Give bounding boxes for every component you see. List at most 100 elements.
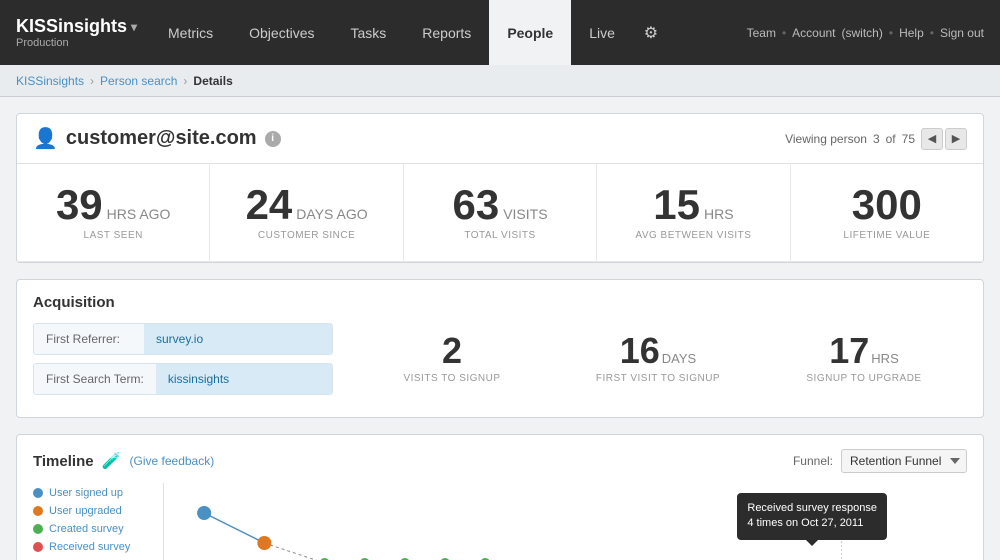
breadcrumb-middle[interactable]: Person search	[100, 74, 177, 88]
first-search-term-value: kissinsights	[156, 364, 332, 394]
acquisition-stats: 2 VISITS TO SIGNUP 16DAYS FIRST VISIT TO…	[349, 323, 967, 403]
person-header: 👤 customer@site.com i Viewing person 3 o…	[17, 114, 983, 164]
person-icon: 👤	[33, 126, 58, 151]
info-icon[interactable]: i	[265, 131, 281, 147]
stat-total-visits-number: 63	[452, 181, 499, 228]
stat-last-seen-label: LAST SEEN	[33, 230, 193, 241]
stat-total-visits: 63VISITS TOTAL VISITS	[404, 164, 597, 261]
viewing-person-row: Viewing person 3 of 75 ◀ ▶	[785, 128, 967, 150]
nav-live[interactable]: Live	[571, 0, 633, 65]
prev-person-button[interactable]: ◀	[921, 128, 943, 150]
stat-avg-between-unit: HRS	[704, 206, 734, 222]
legend-label-created-survey[interactable]: Created survey	[49, 523, 124, 535]
person-nav-arrows: ◀ ▶	[921, 128, 967, 150]
stat-lifetime-value-number: 300	[852, 181, 922, 228]
nav-right: Team • Account (switch) • Help • Sign ou…	[731, 0, 1000, 65]
acquisition-section: Acquisition First Referrer: survey.io Fi…	[16, 279, 984, 418]
acquisition-grid: First Referrer: survey.io First Search T…	[33, 323, 967, 403]
next-person-button[interactable]: ▶	[945, 128, 967, 150]
timeline-title: Timeline	[33, 453, 94, 470]
nav-people[interactable]: People	[489, 0, 571, 65]
legend-label-upgraded[interactable]: User upgraded	[49, 505, 122, 517]
acquisition-fields: First Referrer: survey.io First Search T…	[33, 323, 333, 403]
acq-stat-signup-upgrade: 17HRS SIGNUP TO UPGRADE	[761, 323, 967, 403]
timeline-legend: User signed up User upgraded Created sur…	[33, 483, 163, 560]
stat-lifetime-value-label: LIFETIME VALUE	[807, 230, 967, 241]
nav-account-link[interactable]: Account	[792, 26, 835, 40]
breadcrumb-current: Details	[193, 74, 232, 88]
timeline-chart: User signed up User upgraded Created sur…	[33, 483, 967, 560]
dot-upgraded[interactable]	[257, 536, 271, 550]
legend-label-signed-up[interactable]: User signed up	[49, 487, 123, 499]
timeline-section: Timeline 🧪 (Give feedback) Funnel: Reten…	[16, 434, 984, 560]
timeline-title-row: Timeline 🧪 (Give feedback)	[33, 451, 214, 471]
legend-dot-upgraded	[33, 506, 43, 516]
brand-subtitle: Production	[16, 37, 138, 49]
tooltip-title: Received survey response	[747, 501, 877, 516]
funnel-dropdown[interactable]: Retention Funnel	[841, 449, 967, 473]
stat-avg-between: 15HRS AVG BETWEEN VISITS	[597, 164, 790, 261]
top-navigation: KISSinsights ▾ Production Metrics Object…	[0, 0, 1000, 65]
first-search-term-row: First Search Term: kissinsights	[33, 363, 333, 395]
acq-stat-visits-signup-num: 2	[442, 330, 462, 371]
stat-customer-since-label: CUSTOMER SINCE	[226, 230, 386, 241]
first-referrer-row: First Referrer: survey.io	[33, 323, 333, 355]
acq-stat-visits-signup: 2 VISITS TO SIGNUP	[349, 323, 555, 403]
legend-label-received-survey[interactable]: Received survey	[49, 541, 130, 553]
brand-name-text: KISSinsights	[16, 16, 127, 37]
nav-switch-link[interactable]: (switch)	[842, 26, 883, 40]
nav-signout-link[interactable]: Sign out	[940, 26, 984, 40]
acq-stat-signup-upgrade-label: SIGNUP TO UPGRADE	[769, 373, 959, 384]
flask-icon: 🧪	[102, 451, 122, 471]
breadcrumb-home[interactable]: KISSinsights	[16, 74, 84, 88]
main-content: 👤 customer@site.com i Viewing person 3 o…	[0, 97, 1000, 560]
stat-last-seen-unit: HRS AGO	[107, 206, 171, 222]
acq-stat-signup-upgrade-unit: HRS	[871, 351, 898, 366]
funnel-label: Funnel:	[793, 454, 833, 468]
nav-team-link[interactable]: Team	[747, 26, 776, 40]
nav-reports[interactable]: Reports	[404, 0, 489, 65]
dot-signed-up[interactable]	[197, 506, 211, 520]
acq-stat-first-visit-label: FIRST VISIT TO SIGNUP	[563, 373, 753, 384]
nav-help-link[interactable]: Help	[899, 26, 924, 40]
stat-last-seen-number: 39	[56, 181, 103, 228]
acq-stat-first-visit: 16DAYS FIRST VISIT TO SIGNUP	[555, 323, 761, 403]
nav-items: Metrics Objectives Tasks Reports People …	[150, 0, 731, 65]
first-referrer-label: First Referrer:	[34, 324, 144, 354]
acquisition-title: Acquisition	[33, 294, 967, 311]
acq-stat-signup-upgrade-num: 17	[829, 330, 869, 371]
chart-area: Received survey response 4 times on Oct …	[163, 483, 967, 560]
stat-customer-since-unit: DAYS AGO	[296, 206, 367, 222]
nav-metrics[interactable]: Metrics	[150, 0, 231, 65]
stat-total-visits-label: TOTAL VISITS	[420, 230, 580, 241]
timeline-header: Timeline 🧪 (Give feedback) Funnel: Reten…	[33, 449, 967, 473]
stat-avg-between-label: AVG BETWEEN VISITS	[613, 230, 773, 241]
breadcrumb: KISSinsights › Person search › Details	[0, 65, 1000, 97]
feedback-link[interactable]: (Give feedback)	[130, 454, 215, 468]
nav-settings[interactable]: ⚙	[633, 0, 669, 65]
first-search-term-label: First Search Term:	[34, 364, 156, 394]
legend-user-signed-up: User signed up	[33, 487, 163, 499]
brand-logo: KISSinsights ▾ Production	[0, 0, 150, 65]
viewing-position: 3	[873, 132, 880, 146]
funnel-select-row: Funnel: Retention Funnel	[793, 449, 967, 473]
first-referrer-value: survey.io	[144, 324, 332, 354]
stat-avg-between-number: 15	[653, 181, 700, 228]
nav-tasks[interactable]: Tasks	[332, 0, 404, 65]
tooltip-detail: 4 times on Oct 27, 2011	[747, 516, 877, 531]
viewing-label: Viewing person	[785, 132, 867, 146]
acq-stat-visits-signup-label: VISITS TO SIGNUP	[357, 373, 547, 384]
nav-objectives[interactable]: Objectives	[231, 0, 332, 65]
tooltip-box: Received survey response 4 times on Oct …	[737, 493, 887, 540]
legend-user-upgraded: User upgraded	[33, 505, 163, 517]
brand-dropdown-arrow[interactable]: ▾	[131, 20, 137, 34]
stats-row: 39HRS AGO LAST SEEN 24DAYS AGO CUSTOMER …	[17, 164, 983, 262]
person-email: customer@site.com	[66, 127, 257, 150]
stat-customer-since: 24DAYS AGO CUSTOMER SINCE	[210, 164, 403, 261]
viewing-total: 75	[902, 132, 915, 146]
legend-dot-created-survey	[33, 524, 43, 534]
stat-last-seen: 39HRS AGO LAST SEEN	[17, 164, 210, 261]
acq-stat-first-visit-unit: DAYS	[662, 351, 696, 366]
legend-received-survey: Received survey	[33, 541, 163, 553]
stat-total-visits-unit: VISITS	[503, 206, 547, 222]
